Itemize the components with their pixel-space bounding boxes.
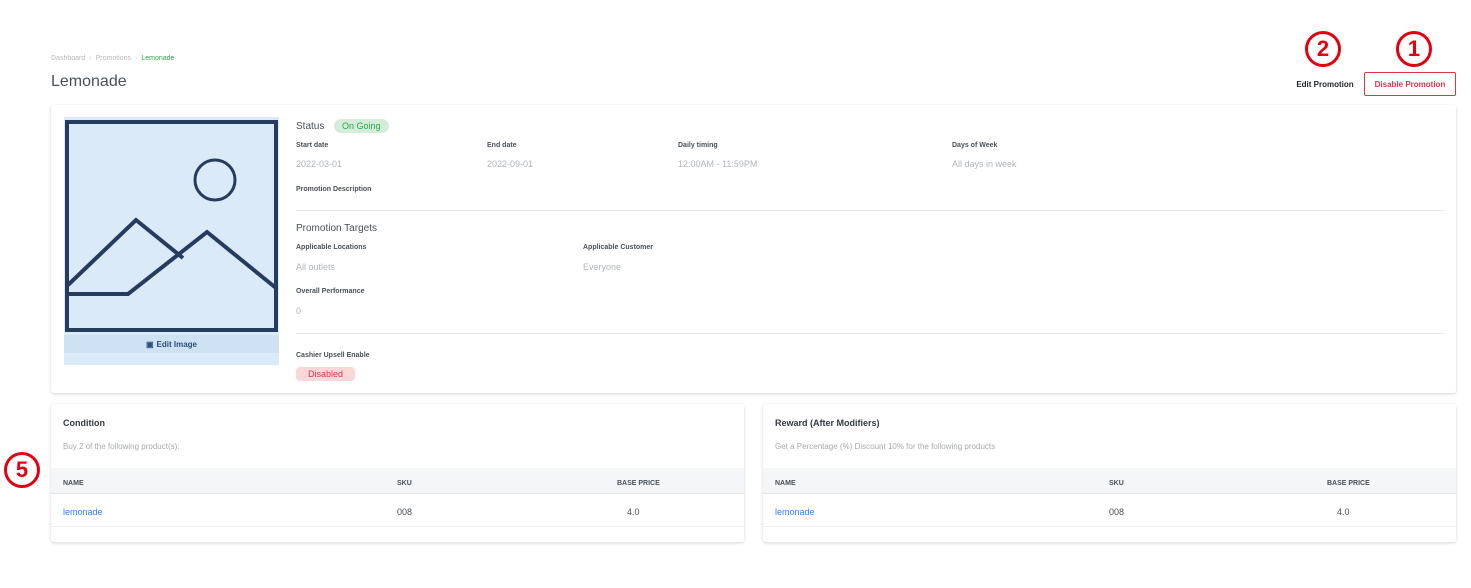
promotion-image (64, 117, 279, 365)
condition-description: Buy 2 of the following product(s): (63, 442, 180, 451)
promotion-targets-title: Promotion Targets (296, 223, 377, 234)
cashier-upsell-label: Cashier Upsell Enable (296, 352, 370, 359)
divider (296, 210, 1444, 211)
days-of-week-label: Days of Week (952, 142, 998, 149)
annotation-marker-2: 2 (1305, 31, 1341, 67)
image-icon: ▣ (145, 339, 154, 349)
reward-card: Reward (After Modifiers) Get a Percentag… (763, 404, 1456, 542)
start-date-label: Start date (296, 142, 329, 149)
column-header-sku: SKU (1109, 480, 1124, 487)
product-base-price: 4.0 (1337, 507, 1350, 517)
product-sku: 008 (1109, 507, 1125, 517)
column-header-base-price: BASE PRICE (1327, 480, 1370, 487)
product-base-price: 4.0 (627, 507, 640, 517)
table-header: NAME SKU BASE PRICE (763, 468, 1456, 494)
applicable-locations-label: Applicable Locations (296, 244, 367, 251)
cashier-upsell-badge: Disabled (296, 367, 356, 381)
product-sku: 008 (397, 507, 413, 517)
breadcrumb-separator: › (135, 55, 138, 62)
breadcrumb: Dashboard › Promotions › Lemonade (51, 55, 174, 62)
daily-timing-label: Daily timing (678, 142, 718, 149)
table-header: NAME SKU BASE PRICE (51, 468, 744, 494)
disable-promotion-button[interactable]: Disable Promotion (1364, 72, 1456, 96)
status-label: Status (296, 121, 325, 132)
product-name-link[interactable]: lemonade (63, 507, 103, 517)
breadcrumb-promotions[interactable]: Promotions (96, 55, 131, 62)
column-header-name: NAME (63, 480, 84, 487)
annotation-marker-1: 1 (1396, 31, 1432, 67)
edit-image-button[interactable]: ▣ Edit Image (64, 335, 279, 353)
overall-performance-value: 0 (296, 306, 302, 316)
end-date-value: 2022-09-01 (487, 159, 534, 169)
status-badge: On Going (334, 119, 389, 133)
condition-card: Condition Buy 2 of the following product… (51, 404, 744, 542)
applicable-customer-label: Applicable Customer (583, 244, 654, 251)
column-header-name: NAME (775, 480, 796, 487)
table-row: lemonade 008 4.0 (51, 495, 744, 527)
applicable-locations-value: All outlets (296, 262, 336, 272)
end-date-label: End date (487, 142, 517, 149)
promotion-description-label: Promotion Description (296, 186, 372, 193)
start-date-value: 2022-03-01 (296, 159, 343, 169)
reward-description: Get a Percentage (%) Discount 10% for th… (775, 442, 996, 451)
column-header-base-price: BASE PRICE (617, 480, 660, 487)
page-title: Lemonade (51, 73, 127, 90)
condition-title: Condition (63, 418, 105, 428)
breadcrumb-current: Lemonade (141, 55, 175, 62)
edit-promotion-button[interactable]: Edit Promotion (1289, 72, 1361, 96)
breadcrumb-dashboard[interactable]: Dashboard (51, 55, 85, 62)
daily-timing-value: 12:00AM - 11:59PM (678, 159, 758, 169)
days-of-week-value: All days in week (952, 159, 1017, 169)
table-row: lemonade 008 4.0 (763, 495, 1456, 527)
promotion-details-card: ▣ Edit Image Status On Going Start date … (51, 105, 1456, 393)
image-placeholder-icon (65, 120, 278, 332)
overall-performance-label: Overall Performance (296, 288, 365, 295)
divider (296, 333, 1444, 334)
breadcrumb-separator: › (89, 55, 92, 62)
edit-image-label: Edit Image (156, 339, 197, 349)
applicable-customer-value: Everyone (583, 262, 622, 272)
product-name-link[interactable]: lemonade (775, 507, 815, 517)
annotation-marker-5: 5 (4, 452, 40, 488)
reward-title: Reward (After Modifiers) (775, 418, 880, 428)
column-header-sku: SKU (397, 480, 412, 487)
